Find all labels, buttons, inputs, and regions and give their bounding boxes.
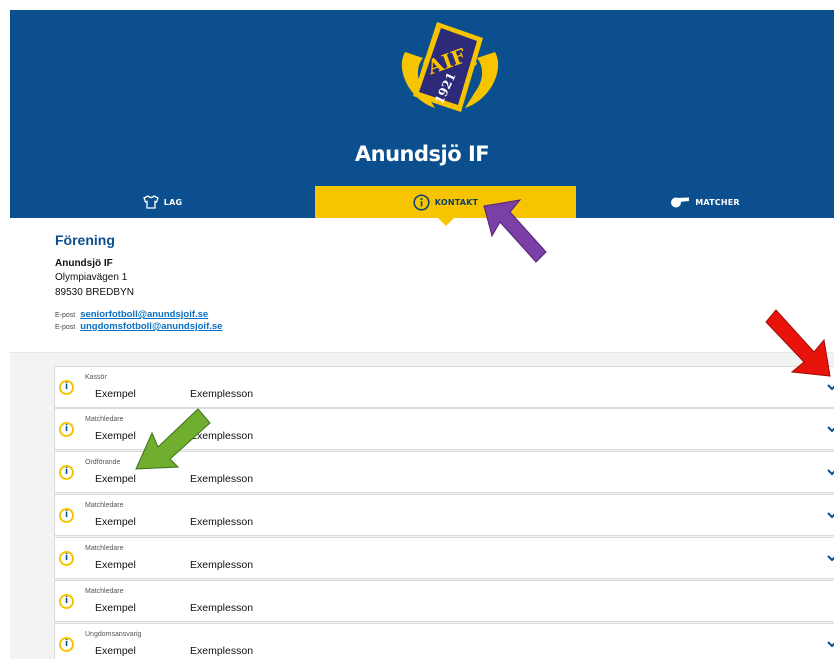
contact-first-name: Exempel	[95, 602, 136, 614]
association-postal: 89530 BREDBYN	[55, 287, 134, 298]
info-icon: i	[59, 380, 74, 395]
contact-role: Matchledare	[85, 588, 124, 595]
email-label: E-post	[55, 312, 76, 319]
info-icon: i	[59, 551, 74, 566]
info-icon: i	[59, 508, 74, 523]
association-street: Olympiavägen 1	[55, 272, 128, 283]
contact-row[interactable]: i Matchledare Exempel Exemplesson	[54, 408, 834, 450]
info-icon	[413, 193, 430, 211]
contact-row[interactable]: i Matchledare Exempel Exemplesson	[54, 537, 834, 579]
contact-first-name: Exempel	[95, 430, 136, 442]
tab-matcher-label: MATCHER	[695, 197, 740, 207]
tab-kontakt[interactable]: KONTAKT	[315, 186, 576, 226]
whistle-icon	[671, 197, 690, 208]
email-link-youth[interactable]: ungdomsfotboll@anundsjoif.se	[80, 321, 222, 332]
tab-lag-label: LAG	[163, 197, 183, 207]
info-icon: i	[59, 594, 74, 609]
chevron-down-icon[interactable]	[826, 423, 834, 435]
club-name-title: Anundsjö IF	[354, 142, 490, 166]
tab-matcher[interactable]: MATCHER	[576, 186, 834, 218]
association-name: Anundsjö IF	[55, 258, 113, 269]
contact-last-name: Exemplesson	[190, 559, 254, 571]
contact-first-name: Exempel	[95, 388, 136, 400]
contact-last-name: Exemplesson	[190, 473, 254, 485]
contact-role: Matchledare	[85, 416, 124, 423]
contact-last-name: Exemplesson	[190, 516, 254, 528]
contact-role: Matchledare	[85, 545, 124, 552]
shirt-icon	[142, 195, 159, 209]
email-row: E-post seniorfotboll@anundsjoif.se	[55, 309, 222, 321]
contact-last-name: Exemplesson	[190, 602, 254, 614]
chevron-down-icon[interactable]	[826, 381, 834, 393]
contact-role: Ordförande	[85, 459, 121, 466]
contact-last-name: Exemplesson	[190, 430, 254, 442]
contact-row[interactable]: i Matchledare Exempel Exemplesson	[54, 580, 834, 622]
contact-role: Ungdomsansvarig	[85, 631, 142, 638]
contact-role: Kassör	[85, 374, 107, 381]
contact-last-name: Exemplesson	[190, 388, 254, 400]
club-header: AIF 1921 Anundsjö IF	[10, 10, 834, 186]
contact-row[interactable]: i Matchledare Exempel Exemplesson	[54, 494, 834, 536]
contact-first-name: Exempel	[95, 645, 136, 657]
info-icon: i	[59, 422, 74, 437]
association-info: Förening Anundsjö IF Olympiavägen 1 8953…	[55, 232, 222, 333]
info-icon: i	[59, 465, 74, 480]
association-heading: Förening	[55, 232, 115, 248]
contact-role: Matchledare	[85, 502, 124, 509]
contact-first-name: Exempel	[95, 559, 136, 571]
tab-kontakt-label: KONTAKT	[434, 197, 479, 207]
main-nav: LAG KONTAKT MATCHER	[10, 186, 834, 226]
chevron-down-icon[interactable]	[826, 466, 834, 478]
contact-first-name: Exempel	[95, 516, 136, 528]
chevron-down-icon[interactable]	[826, 509, 834, 521]
chevron-down-icon[interactable]	[826, 638, 834, 650]
contact-row[interactable]: i Ordförande Exempel Exemplesson	[54, 451, 834, 493]
info-icon: i	[59, 637, 74, 652]
email-link-senior[interactable]: seniorfotboll@anundsjoif.se	[80, 309, 208, 320]
contact-last-name: Exemplesson	[190, 645, 254, 657]
chevron-down-icon[interactable]	[826, 552, 834, 564]
contact-first-name: Exempel	[95, 473, 136, 485]
tab-lag[interactable]: LAG	[10, 186, 315, 218]
email-label: E-post	[55, 324, 76, 331]
contacts-list: i Kassör Exempel Exemplesson i Matchleda…	[10, 352, 834, 659]
email-row: E-post ungdomsfotboll@anundsjoif.se	[55, 321, 222, 333]
club-logo: AIF 1921	[401, 22, 499, 112]
contact-row[interactable]: i Kassör Exempel Exemplesson	[54, 366, 834, 408]
contact-row[interactable]: i Ungdomsansvarig Exempel Exemplesson	[54, 623, 834, 659]
